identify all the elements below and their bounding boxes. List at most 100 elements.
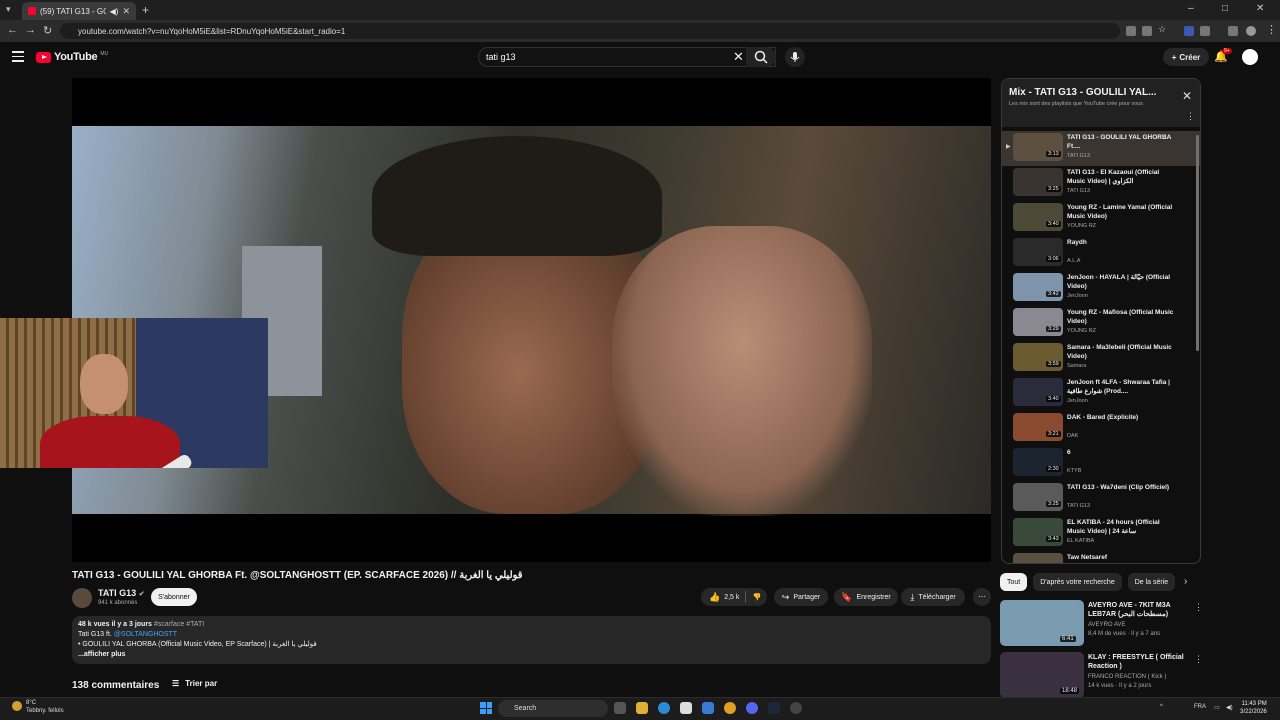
filter-chip[interactable]: De la série xyxy=(1127,573,1176,591)
search-button[interactable] xyxy=(746,47,776,67)
video-menu-icon[interactable]: ⋮ xyxy=(1194,654,1203,665)
edge-icon[interactable] xyxy=(658,702,670,714)
playlist-item[interactable]: 3:40 Young RZ - Lamine Yamal (Official Mu… xyxy=(1002,201,1200,236)
channel-avatar[interactable] xyxy=(72,588,92,608)
browser-menu-icon[interactable]: ⋮ xyxy=(1266,23,1277,36)
recommended-title: KLAY : FREESTYLE ( Official Reaction ) xyxy=(1088,654,1184,670)
tab-search-icon[interactable]: ▾ xyxy=(6,4,11,15)
weather-widget[interactable]: 8°C Tebbny. fellols xyxy=(26,699,64,715)
playlist-header: Mix - TATI G13 - GOULILI YAL... Les mix … xyxy=(1002,79,1200,127)
playlist-item-title: TATI G13 - Wa7deni (Clip Officiel) xyxy=(1067,484,1170,491)
playlist-item-title: Young RZ - Lamine Yamal (Official Music … xyxy=(1067,204,1173,220)
playlist-item[interactable]: Taw NetsarefA.L.A xyxy=(1002,551,1200,563)
create-button[interactable]: + Créer xyxy=(1163,48,1209,66)
browser-tab-active[interactable]: (59) TATI G13 - GOULILI YA... ◀) ✕ xyxy=(22,2,136,20)
playlist-items: ▶ 3:13 TATI G13 - GOULILI YAL GHORBA Ft...… xyxy=(1002,131,1200,563)
profile-avatar-icon[interactable] xyxy=(1246,26,1256,36)
sidebar-icon[interactable] xyxy=(1228,26,1238,36)
microphone-icon xyxy=(790,52,800,62)
playlist-item[interactable]: 3:25 TATI G13 - El Kazaoui (Official Musi… xyxy=(1002,166,1200,201)
chrome-icon[interactable] xyxy=(724,702,736,714)
duration-badge: 3:25 xyxy=(1046,186,1061,192)
download-button[interactable]: ⤓ Télécharger xyxy=(901,588,965,606)
task-view-icon[interactable] xyxy=(614,702,626,714)
extension-icon[interactable] xyxy=(1184,26,1194,36)
filter-chip[interactable]: Tout xyxy=(1000,573,1028,591)
recommended-video[interactable]: 18:48 KLAY : FREESTYLE ( Official Reactio… xyxy=(1000,652,1203,700)
file-explorer-icon[interactable] xyxy=(636,702,648,714)
playlist-item[interactable]: 3:42 JenJoon - HAYALA | حيّالة (Official … xyxy=(1002,271,1200,306)
windows-start-icon[interactable] xyxy=(480,702,492,714)
dislike-icon[interactable]: 👎 xyxy=(747,588,767,606)
playlist-item[interactable]: 3:21 DAK - Bared (Explicite) DAK xyxy=(1002,411,1200,446)
playlist-item[interactable]: 3:43 EL KATIBA - 24 hours (Official Music… xyxy=(1002,516,1200,551)
search-input[interactable] xyxy=(478,47,776,67)
back-icon[interactable]: ← xyxy=(7,24,18,36)
new-tab-button[interactable]: + xyxy=(142,3,149,17)
comments-count: 138 commentaires xyxy=(72,680,160,691)
weather-description: Tebbny. fellols xyxy=(26,708,64,714)
extensions-puzzle-icon[interactable] xyxy=(1200,26,1210,36)
language-indicator[interactable]: FRA xyxy=(1194,704,1206,710)
mention-link[interactable]: @SOLTANGHOSTT xyxy=(114,631,177,638)
store-icon[interactable] xyxy=(680,702,692,714)
youtube-logo[interactable]: YouTube MU xyxy=(36,51,108,63)
playlist-menu-icon[interactable]: ⋮ xyxy=(1186,111,1195,122)
subscribe-button[interactable]: S'abonner xyxy=(151,588,197,606)
account-avatar[interactable] xyxy=(1242,49,1258,65)
obs-icon[interactable] xyxy=(790,702,802,714)
playlist-item[interactable]: 3:06 Raydh A.L.A xyxy=(1002,236,1200,271)
reload-icon[interactable]: ↻ xyxy=(43,24,52,37)
menu-icon[interactable] xyxy=(12,51,24,65)
filter-chip[interactable]: D'après votre recherche xyxy=(1033,573,1122,591)
like-icon[interactable]: 👍 xyxy=(709,592,720,603)
playlist-item-channel: JenJoon xyxy=(1067,293,1088,299)
network-icon[interactable]: ▭ xyxy=(1214,704,1220,711)
playlist-item[interactable]: 3:29 Young RZ - Mafiosa (Official Music V… xyxy=(1002,306,1200,341)
voice-search-button[interactable] xyxy=(785,47,805,67)
save-button[interactable]: 🔖 Enregistrer xyxy=(834,588,898,606)
tab-audio-icon[interactable]: ◀) xyxy=(110,7,119,16)
close-playlist-icon[interactable]: ✕ xyxy=(1182,89,1192,103)
cast-icon[interactable] xyxy=(1142,26,1152,36)
playlist-item[interactable]: 3:59 Samara - Ma3lebeli (Official Music V… xyxy=(1002,341,1200,376)
description-box[interactable]: 48 k vues il y a 3 jours #scarface #TATI… xyxy=(72,616,991,664)
sort-button[interactable]: ☰ Trier par xyxy=(172,679,217,688)
more-actions-button[interactable]: ⋯ xyxy=(973,588,991,606)
volume-icon[interactable]: ◀) xyxy=(1226,704,1233,711)
recommended-video[interactable]: 6:41 AVEYRO AVE - 7KIT M3A LEB7AR (مسطحات… xyxy=(1000,600,1203,648)
minimize-button[interactable]: – xyxy=(1188,3,1194,14)
taskbar-search[interactable]: Search xyxy=(498,700,608,717)
mail-icon[interactable] xyxy=(702,702,714,714)
forward-icon[interactable]: → xyxy=(25,24,36,36)
playlist-item[interactable]: 3:25 TATI G13 - Wa7deni (Clip Officiel) TA… xyxy=(1002,481,1200,516)
share-button[interactable]: ↪ Partager xyxy=(774,588,828,606)
bookmark-star-icon[interactable]: ☆ xyxy=(1158,24,1168,34)
search-icon xyxy=(754,50,768,64)
close-window-button[interactable]: ✕ xyxy=(1256,3,1264,14)
description-line-1: Tati G13 ft. @SOLTANGHOSTT xyxy=(78,630,985,640)
playlist-item[interactable]: 3:40 JenJoon ft 4LFA - Shwaraa Tafia | شو… xyxy=(1002,376,1200,411)
clear-search-icon[interactable]: ✕ xyxy=(733,49,744,65)
sort-icon: ☰ xyxy=(172,679,180,688)
playlist-item-channel: DAK xyxy=(1067,433,1079,439)
playlist-item-title: Taw Netsaref xyxy=(1067,554,1107,561)
system-clock[interactable]: 11:43 PM 3/22/2026 xyxy=(1240,700,1267,716)
maximize-button[interactable]: □ xyxy=(1222,3,1228,14)
show-more-link[interactable]: ...afficher plus xyxy=(78,650,985,660)
chevron-right-icon[interactable]: › xyxy=(1184,576,1187,587)
address-bar[interactable]: youtube.com/watch?v=nuYqoHoM5iE&list=RDn… xyxy=(60,23,1120,39)
playlist-scrollbar[interactable] xyxy=(1196,135,1199,351)
playlist-item[interactable]: 2:30 6 KTYB xyxy=(1002,446,1200,481)
hashtags[interactable]: #scarface #TATI xyxy=(154,621,204,628)
discord-icon[interactable] xyxy=(746,702,758,714)
playlist-title[interactable]: Mix - TATI G13 - GOULILI YAL... xyxy=(1009,87,1156,98)
playlist-item[interactable]: ▶ 3:13 TATI G13 - GOULILI YAL GHORBA Ft...… xyxy=(1002,131,1200,166)
channel-name[interactable]: TATI G13 ✔ xyxy=(98,588,145,598)
close-tab-icon[interactable]: ✕ xyxy=(122,6,130,17)
video-menu-icon[interactable]: ⋮ xyxy=(1194,602,1203,613)
translate-icon[interactable] xyxy=(1126,26,1136,36)
tray-chevron-icon[interactable]: ^ xyxy=(1160,704,1163,710)
steam-icon[interactable] xyxy=(768,702,780,714)
like-count[interactable]: 2,5 k xyxy=(724,594,739,601)
